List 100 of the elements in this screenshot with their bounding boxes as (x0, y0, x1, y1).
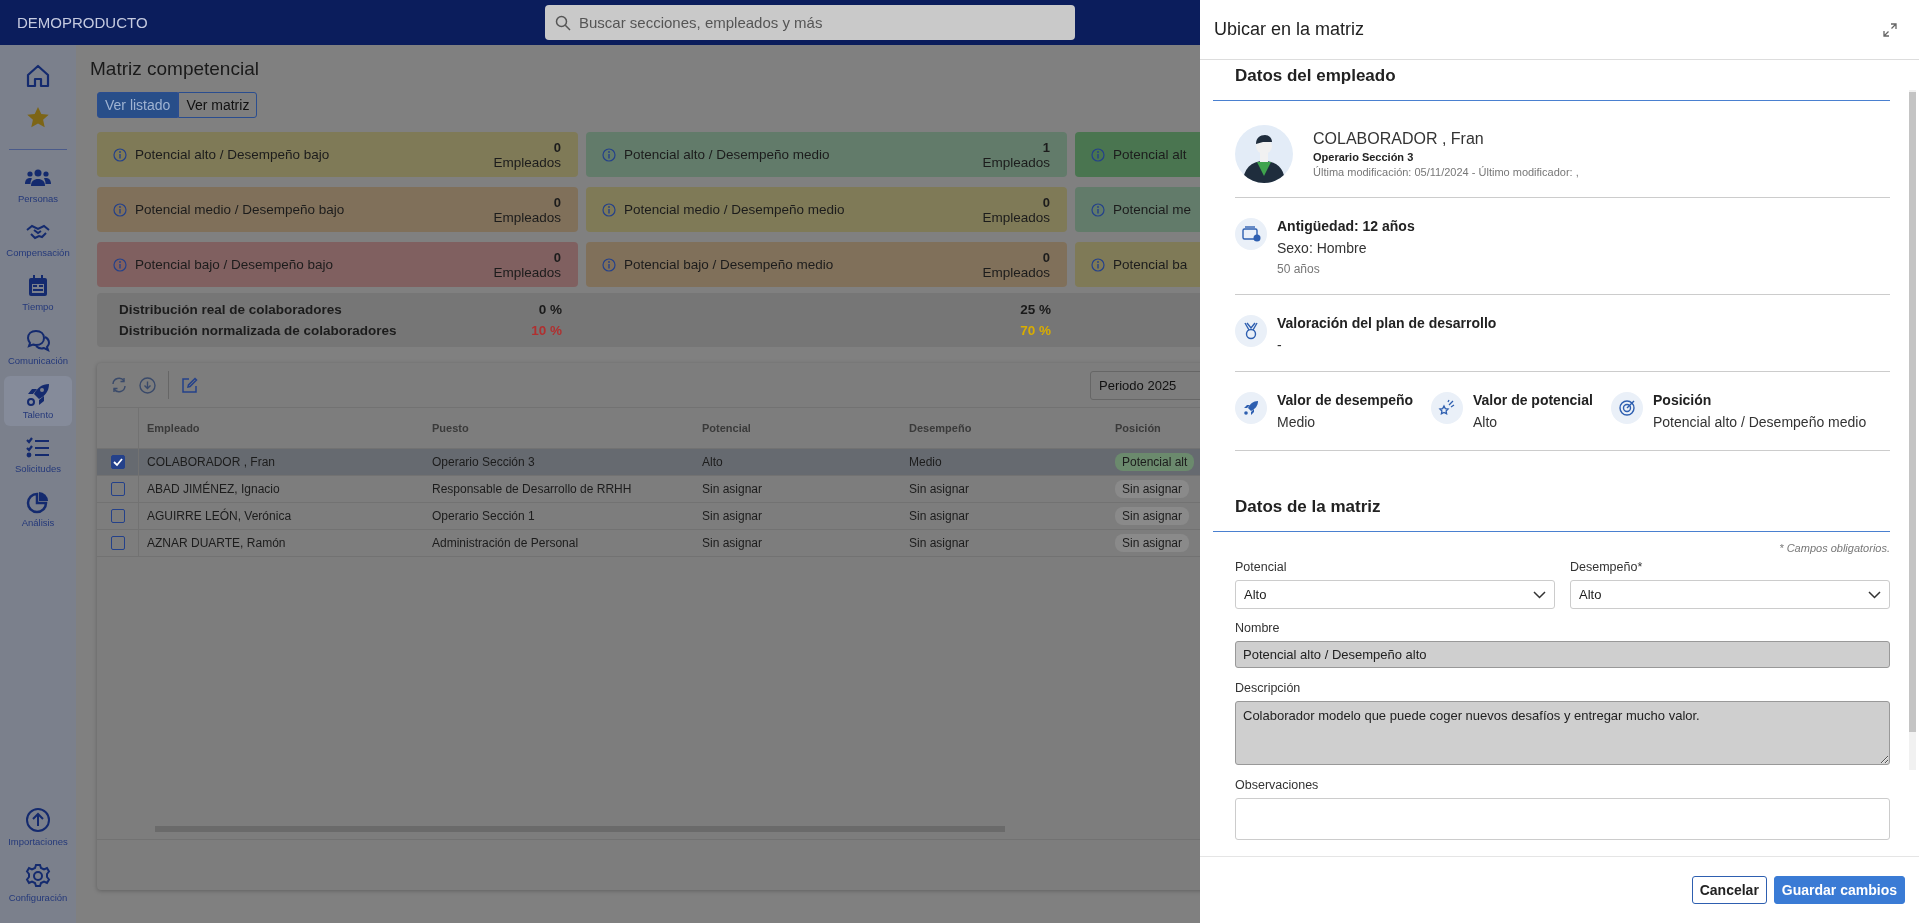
sidebar-item[interactable]: Tiempo (4, 268, 72, 318)
info-icon (602, 257, 616, 272)
row-checkbox[interactable] (110, 509, 125, 523)
view-toggle-button[interactable]: Ver matriz (178, 92, 258, 118)
info-icon (113, 147, 127, 162)
table-cell-text: Sin asignar (702, 509, 764, 523)
edit-icon[interactable] (181, 376, 198, 394)
download-icon[interactable] (139, 376, 156, 394)
age-text: 50 años (1277, 262, 1321, 276)
vertical-scrollbar[interactable] (1909, 90, 1916, 770)
table-cell-text: AZNAR DUARTE, Ramón (146, 536, 287, 550)
table-cell-text: Sin asignar (909, 536, 971, 550)
count-unit: Empleados (982, 154, 1050, 170)
table-cell-text: Operario Sección 1 (432, 509, 536, 523)
sidebar-item[interactable]: Solicitudes (4, 430, 72, 480)
section-title: Datos del empleado (1213, 60, 1890, 101)
refresh-icon[interactable] (111, 377, 127, 393)
count-unit: Empleados (493, 264, 561, 280)
employee-count: 0 (553, 139, 561, 155)
table-cell-text: Operario Sección 3 (432, 455, 536, 469)
matrix-card[interactable]: Potencial bajo / Desempeño medio 0 Empleados (586, 242, 1067, 287)
info-icon (1091, 147, 1105, 162)
employee-name: COLABORADOR , Fran (1313, 130, 1485, 148)
view-toggle-button[interactable]: Ver listado (97, 92, 179, 118)
info-icon (602, 147, 616, 162)
value-title: Posición (1653, 392, 1713, 408)
stars-icon (1431, 392, 1463, 424)
value-text: Medio (1277, 414, 1317, 430)
employee-count: 1 (1042, 139, 1050, 155)
matrix-card[interactable]: Potencial me (1075, 187, 1200, 232)
table-cell-text: AGUIRRE LEÓN, Verónica (146, 509, 293, 523)
sidebar-item[interactable]: Comunicación (4, 322, 72, 372)
table-row[interactable]: COLABORADOR , Fran Operario Sección 3 Alto Medio Potencial alt (97, 449, 1200, 476)
info-icon (1091, 257, 1105, 272)
upload-icon (25, 807, 51, 833)
search-field[interactable]: Buscar secciones, empleados y más (545, 5, 1075, 40)
modification-info: Última modificación: 05/11/2024 - Último modificador: , (1313, 166, 1579, 178)
sidebar-item[interactable]: Personas (4, 160, 72, 210)
table-cell-text: Administración de Personal (432, 536, 580, 550)
count-unit: Empleados (493, 209, 561, 225)
sidebar-item[interactable]: Configuración (4, 857, 72, 909)
position-tag: Sin asignar (1115, 507, 1190, 525)
cancel-button[interactable]: Cancelar (1691, 876, 1767, 904)
sidebar-item[interactable]: Análisis (4, 484, 72, 534)
observations-field[interactable] (1235, 798, 1890, 840)
card-title: Potencial alto / Desempeño medio (624, 147, 831, 162)
select-field[interactable]: Alto (1235, 580, 1555, 609)
rocket-icon (1235, 392, 1267, 424)
expand-icon[interactable] (1883, 22, 1897, 37)
matrix-card[interactable]: Potencial medio / Desempeño medio 0 Empleados (586, 187, 1067, 232)
distribution-label: Distribución normalizada de colaboradores (119, 323, 397, 338)
employee-count: 0 (1042, 249, 1050, 265)
table-cell-text: Sin asignar (909, 482, 971, 496)
sex-text: Sexo: Hombre (1277, 240, 1368, 256)
employee-count: 0 (553, 249, 561, 265)
target-icon (1611, 392, 1643, 424)
card-title: Potencial alt (1113, 147, 1188, 162)
plan-title: Valoración del plan de desarrollo (1277, 315, 1497, 331)
employee-count: 0 (1042, 194, 1050, 210)
save-button[interactable]: Guardar cambios (1773, 876, 1905, 904)
row-checkbox[interactable] (110, 455, 125, 469)
pie-chart-icon (25, 490, 51, 514)
brand-name: DEMOPRODUCTO (16, 14, 149, 31)
row-checkbox[interactable] (110, 482, 125, 496)
sidebar-item[interactable]: Talento (4, 376, 72, 426)
select-field[interactable]: Alto (1570, 580, 1890, 609)
chat-icon (25, 328, 51, 352)
matrix-card[interactable]: Potencial alto / Desempeño bajo 0 Empleados (97, 132, 578, 177)
card-title: Potencial me (1113, 202, 1193, 217)
table-cell-text: COLABORADOR , Fran (146, 455, 277, 469)
sidebar-item[interactable]: Importaciones (4, 801, 72, 853)
field-label: Nombre (1235, 621, 1281, 635)
matrix-card[interactable]: Potencial medio / Desempeño bajo 0 Empleados (97, 187, 578, 232)
info-icon (113, 257, 127, 272)
rocket-icon (25, 382, 51, 406)
table-cell-text: Sin asignar (702, 536, 764, 550)
matrix-card[interactable]: Potencial alt (1075, 132, 1200, 177)
table-cell-text: Sin asignar (702, 482, 764, 496)
card-title: Potencial alto / Desempeño bajo (135, 147, 331, 162)
count-unit: Empleados (493, 154, 561, 170)
caret-icon (1533, 590, 1546, 599)
matrix-card[interactable]: Potencial alto / Desempeño medio 1 Empleados (586, 132, 1067, 177)
info-icon (113, 202, 127, 217)
column-header: Puesto (432, 422, 470, 434)
home-icon[interactable] (25, 63, 51, 89)
matrix-card[interactable]: Potencial ba (1075, 242, 1200, 287)
table-cell-text: Medio (909, 455, 943, 469)
column-header: Empleado (146, 422, 201, 434)
sidebar-item[interactable]: Compensación (4, 214, 72, 264)
matrix-card[interactable]: Potencial bajo / Desempeño bajo 0 Empleados (97, 242, 578, 287)
field-label: Observaciones (1235, 778, 1320, 792)
drawer-title: Ubicar en la matriz (1214, 19, 1365, 40)
seniority-title: Antigüedad: 12 años (1277, 218, 1415, 234)
row-checkbox[interactable] (110, 536, 125, 550)
employee-job: Operario Sección 3 (1313, 151, 1415, 163)
medal-icon (1235, 315, 1267, 347)
distribution-value: 25 % (1020, 302, 1051, 317)
distribution-label: Distribución real de colaboradores (119, 302, 342, 317)
column-header: Potencial (702, 422, 752, 434)
required-note: * Campos obligatorios. (1778, 542, 1890, 554)
